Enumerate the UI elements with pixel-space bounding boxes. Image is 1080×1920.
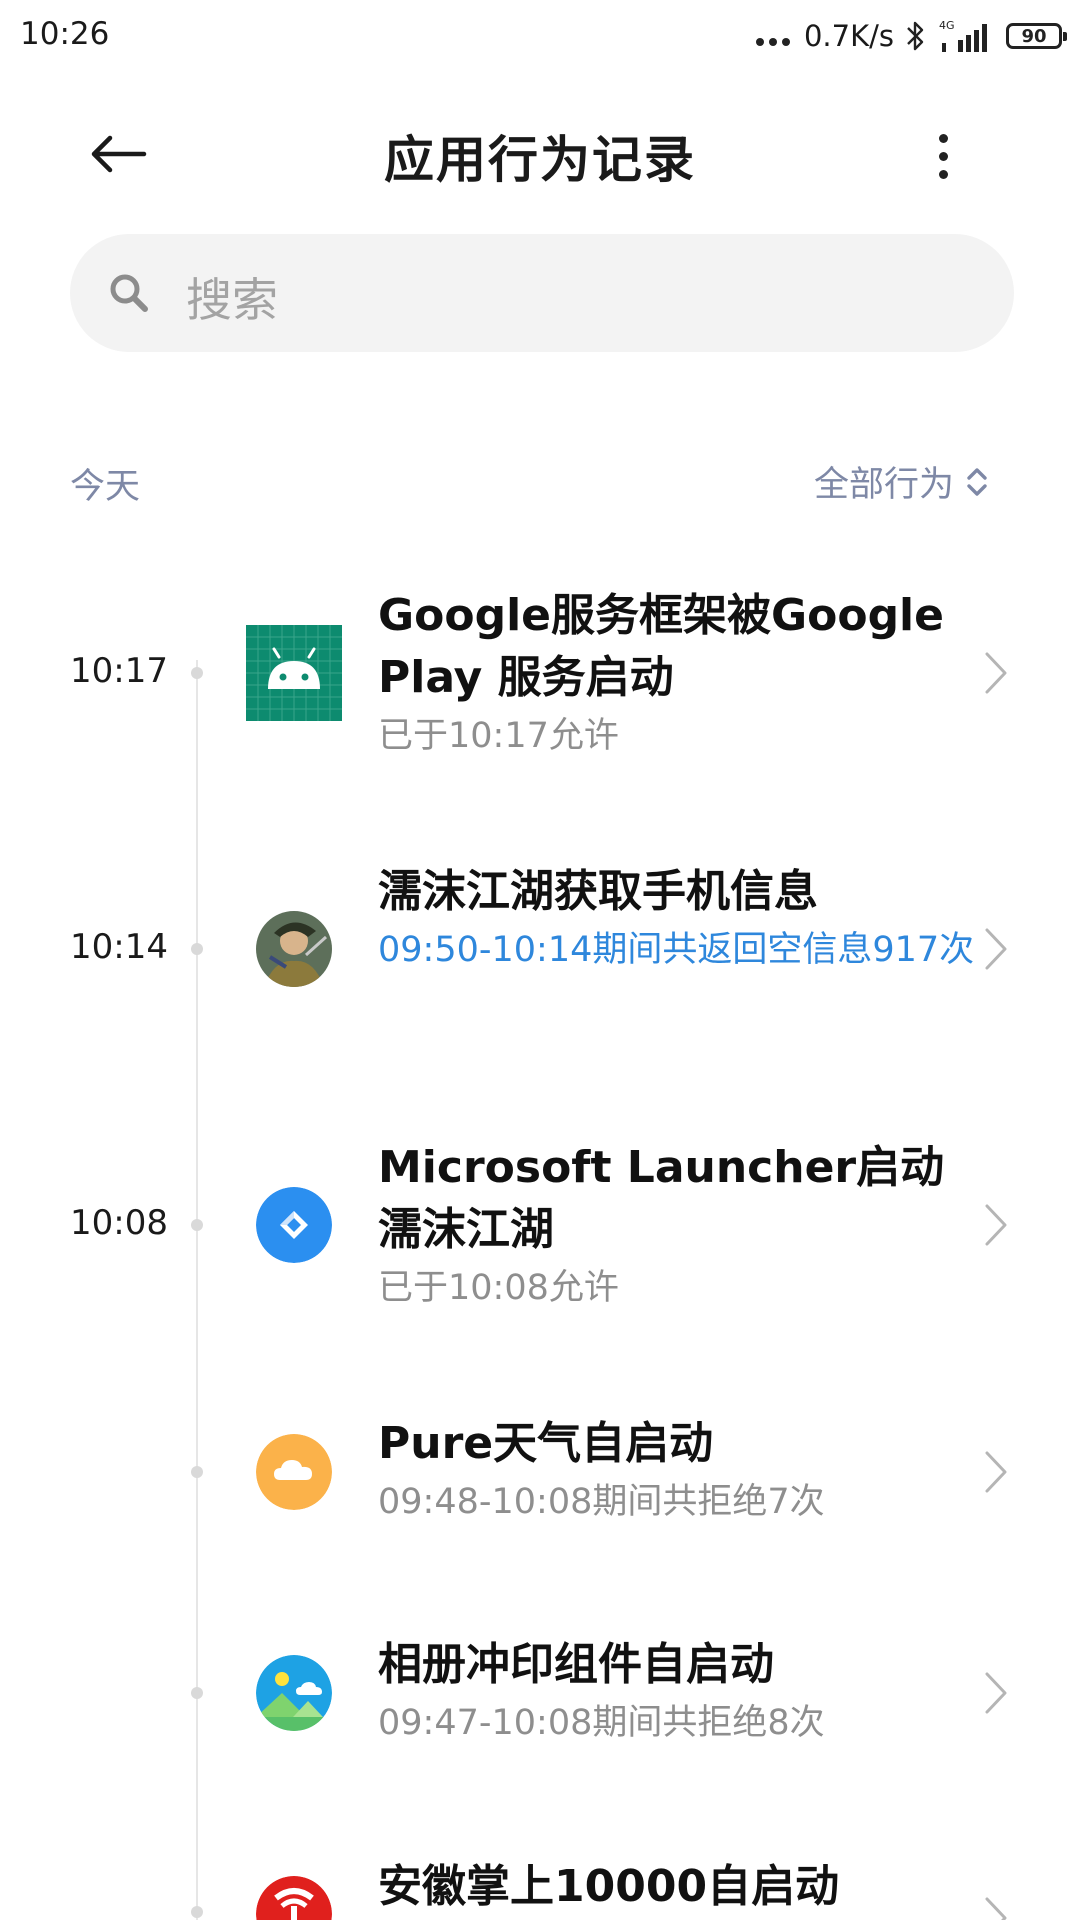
entry-subtitle: 09:47-10:08期间共拒绝8次 [378,1703,825,1743]
entry-text: 濡沫江湖获取手机信息 09:50-10:14期间共返回空信息917次 [378,861,978,975]
status-indicators: 0.7K/s 4G 90 [755,14,1067,58]
entry-time: 10:08 [70,1203,168,1243]
chevron-right-icon [985,1672,1007,1714]
entry-text: Pure天气自启动 09:48-10:08期间共拒绝7次 [378,1413,978,1527]
entry-text: 相册冲印组件自启动 09:47-10:08期间共拒绝8次 [378,1634,978,1748]
timeline-dot [191,943,203,955]
timeline-dot [191,1219,203,1231]
timeline-dot [191,1687,203,1699]
timeline-dot [191,667,203,679]
entry-title: 安徽掌上10000自启动 [378,1861,840,1912]
search-icon [110,274,148,312]
entry-title: Microsoft Launcher启动濡沫江湖 [378,1142,945,1255]
status-bar: 10:26 0.7K/s 4G 90 [0,0,1080,72]
entry-title: 濡沫江湖获取手机信息 [378,866,818,917]
behavior-filter-dropdown[interactable]: 全部行为 [814,456,990,507]
more-dot [938,169,948,179]
entry-time: 10:17 [70,651,168,691]
more-dot [938,133,948,143]
photo-print-icon [256,1655,332,1731]
timeline-dot [191,1906,203,1918]
bluetooth-icon [907,21,924,51]
telecom-icon [256,1876,332,1920]
network-speed: 0.7K/s [803,19,894,53]
entry-text: 安徽掌上10000自启动 [378,1856,978,1918]
battery-icon: 90 [1006,23,1067,49]
entry-time: 10:14 [70,927,168,967]
status-time: 10:26 [20,16,110,52]
weather-cloud-icon [256,1434,332,1510]
chevron-right-icon [985,652,1007,694]
timeline-line [196,660,198,1920]
chevron-right-icon [985,928,1007,970]
app-behavior-screen: 10:26 0.7K/s 4G 90 应用行为记录 搜索 今天 全部行为 10:… [0,0,1080,1920]
chevron-right-icon [985,1204,1007,1246]
chevron-right-icon [985,1451,1007,1493]
more-dot [938,151,948,161]
battery-level: 90 [1021,25,1047,47]
entry-title: 相册冲印组件自启动 [378,1639,774,1690]
more-notifications-icon [755,38,790,46]
sort-updown-icon [967,467,987,496]
page-title: 应用行为记录 [384,131,696,189]
entry-text: Microsoft Launcher启动濡沫江湖 已于10:08允许 [378,1137,978,1313]
android-icon [246,625,342,721]
entry-subtitle: 已于10:17允许 [378,716,619,756]
app-header: 应用行为记录 [0,90,1080,220]
more-options-button[interactable] [928,126,958,186]
entry-subtitle: 09:50-10:14期间共返回空信息917次 [378,930,975,970]
entry-text: Google服务框架被Google Play 服务启动 已于10:17允许 [378,585,978,761]
entry-title: Pure天气自启动 [378,1418,714,1469]
search-placeholder: 搜索 [186,273,278,327]
timeline-dot [191,1466,203,1478]
entry-subtitle: 已于10:08允许 [378,1268,619,1308]
filter-label: 全部行为 [813,465,954,505]
entry-subtitle: 09:48-10:08期间共拒绝7次 [378,1482,825,1522]
chevron-right-icon [985,1897,1007,1920]
day-label: 今天 [70,467,141,507]
search-input[interactable]: 搜索 [70,234,1014,352]
cellular-signal-icon: 4G [939,19,987,52]
network-type-label: 4G [939,19,955,32]
game-avatar-icon [256,911,332,987]
microsoft-launcher-icon [256,1187,332,1263]
entry-title: Google服务框架被Google Play 服务启动 [378,590,944,703]
